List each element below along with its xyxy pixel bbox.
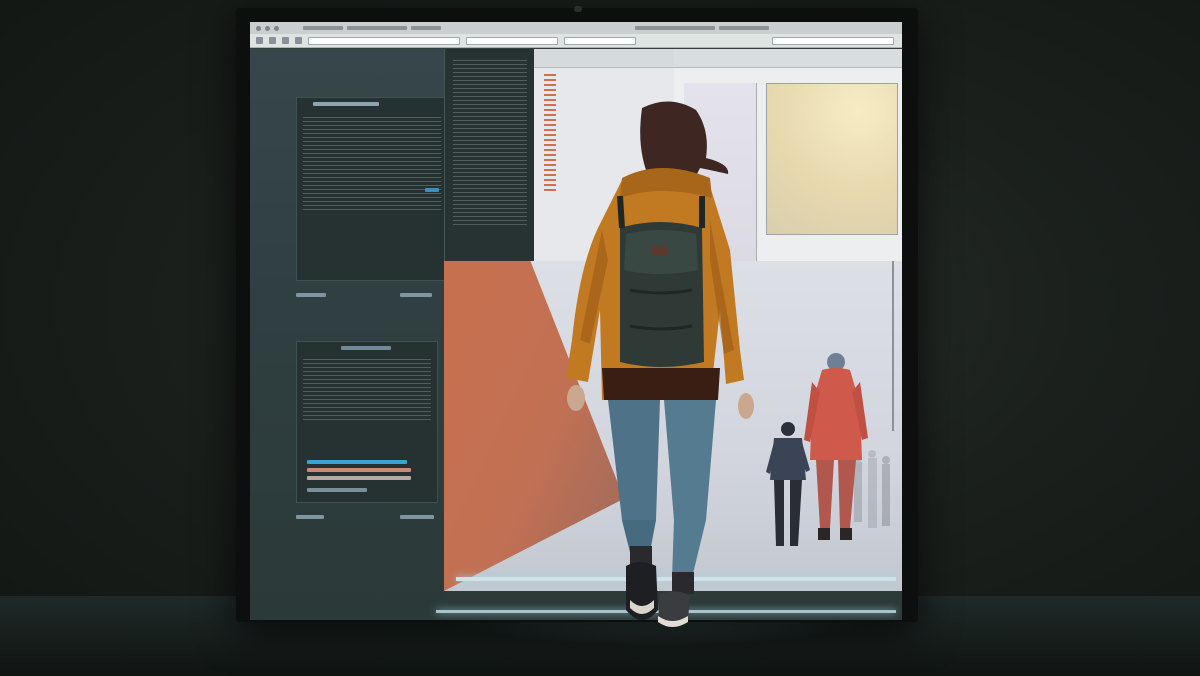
left-properties-panel xyxy=(250,49,448,620)
back-icon[interactable] xyxy=(256,37,263,44)
filter-field[interactable] xyxy=(564,36,636,45)
section-header-bar xyxy=(313,102,379,106)
layer-bar[interactable] xyxy=(307,468,411,472)
layer-bar[interactable] xyxy=(307,476,411,480)
toolbar xyxy=(250,34,902,48)
status-field[interactable] xyxy=(772,36,894,45)
property-rows xyxy=(303,114,441,213)
search-field[interactable] xyxy=(466,36,558,45)
refresh-icon[interactable] xyxy=(282,37,289,44)
home-icon[interactable] xyxy=(295,37,302,44)
webcam-icon xyxy=(574,6,582,12)
highlighted-lines xyxy=(544,71,556,194)
window-titlebar xyxy=(250,22,902,34)
menu-item[interactable] xyxy=(635,26,715,30)
menu-item[interactable] xyxy=(303,26,343,30)
list-header xyxy=(534,49,674,68)
section-header-bar xyxy=(341,346,391,350)
address-field[interactable] xyxy=(308,36,460,45)
label-bar xyxy=(400,515,434,519)
label-bar xyxy=(296,515,324,519)
distant-person-red-jacket xyxy=(804,353,868,540)
window-minimize-icon[interactable] xyxy=(265,25,270,31)
window-maximize-icon[interactable] xyxy=(274,25,279,31)
label-bar xyxy=(296,293,326,297)
preview-header xyxy=(674,49,902,68)
menu-item[interactable] xyxy=(411,26,441,30)
layer-rows xyxy=(303,356,431,423)
selected-value-marker[interactable] xyxy=(425,188,439,192)
layers-block xyxy=(296,341,438,503)
canvas-guide-line xyxy=(892,261,894,431)
tree-rows xyxy=(453,57,527,228)
layer-bar[interactable] xyxy=(307,488,367,492)
forward-icon[interactable] xyxy=(269,37,276,44)
window-close-icon[interactable] xyxy=(256,25,261,31)
menu-item[interactable] xyxy=(719,26,769,30)
file-tree-panel xyxy=(444,49,535,261)
preview-card-highlighted[interactable] xyxy=(766,83,898,235)
woman-walking-with-backpack xyxy=(566,101,754,627)
active-layer-bar[interactable] xyxy=(307,460,407,464)
properties-block xyxy=(296,97,448,281)
menu-item[interactable] xyxy=(347,26,407,30)
label-bar xyxy=(400,293,432,297)
